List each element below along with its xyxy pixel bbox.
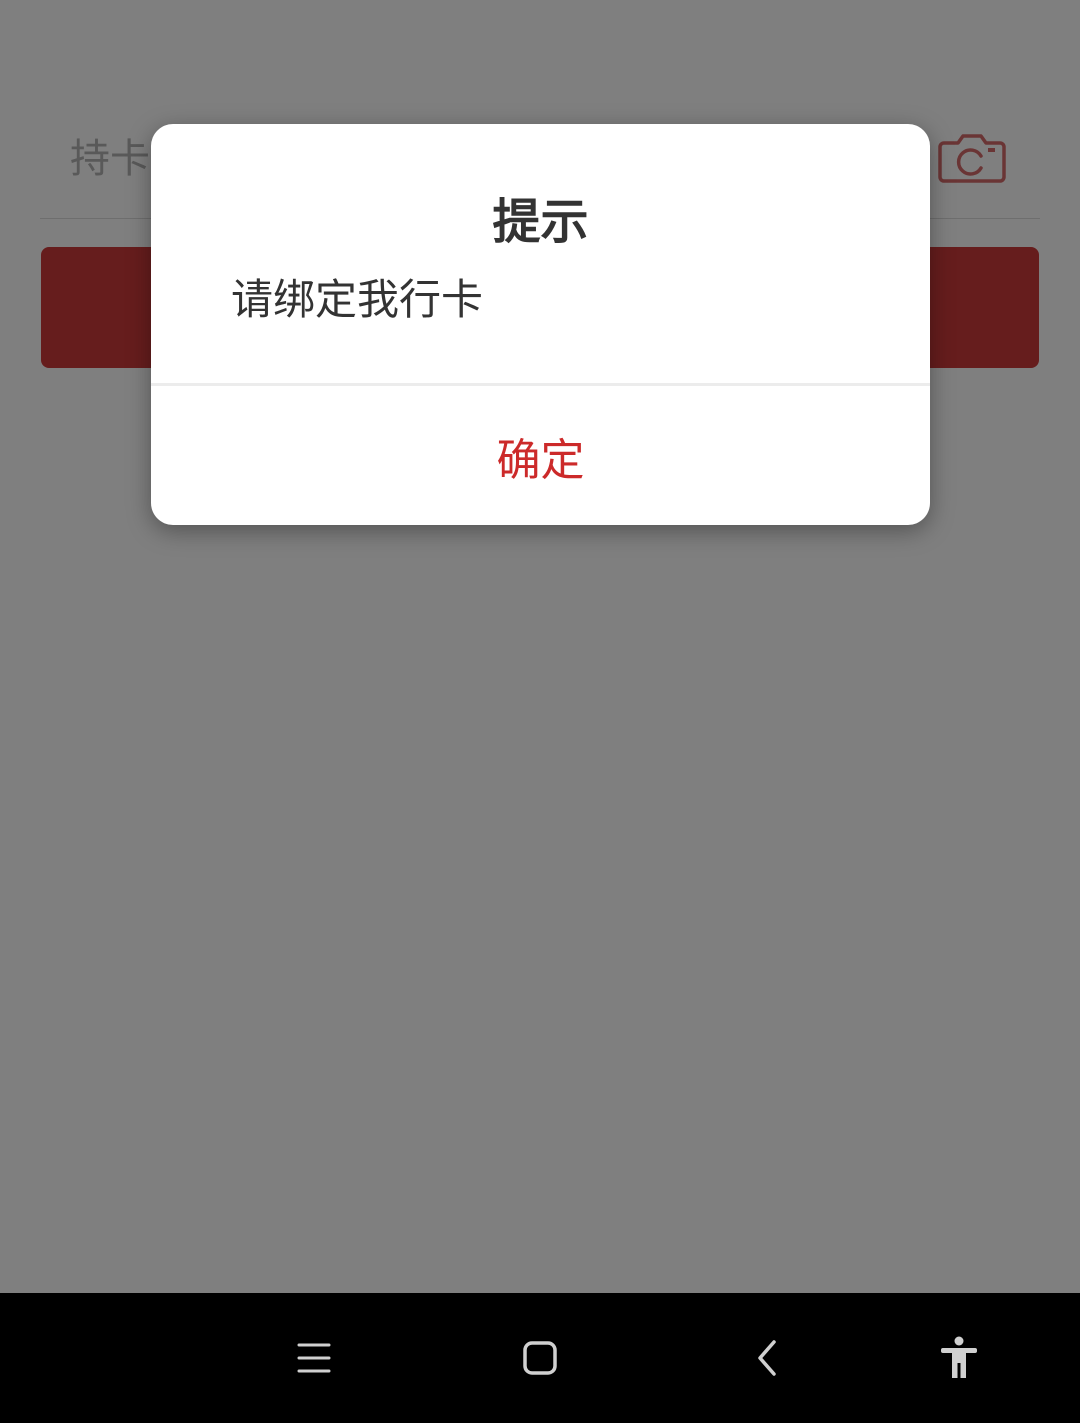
dialog-title: 提示 (492, 194, 589, 250)
accessibility-button[interactable] (924, 1323, 994, 1393)
system-nav-bar (0, 1293, 1080, 1423)
home-button[interactable] (505, 1323, 575, 1393)
dialog-message: 请绑定我行卡 (231, 275, 484, 324)
confirm-button[interactable]: 确定 (151, 386, 930, 525)
home-icon (523, 1341, 557, 1375)
back-icon (758, 1340, 776, 1376)
back-button[interactable] (732, 1323, 802, 1393)
recent-apps-button[interactable] (279, 1323, 349, 1393)
accessibility-icon (941, 1336, 977, 1378)
menu-icon (297, 1343, 331, 1373)
alert-dialog: 提示 请绑定我行卡 确定 (151, 124, 930, 525)
